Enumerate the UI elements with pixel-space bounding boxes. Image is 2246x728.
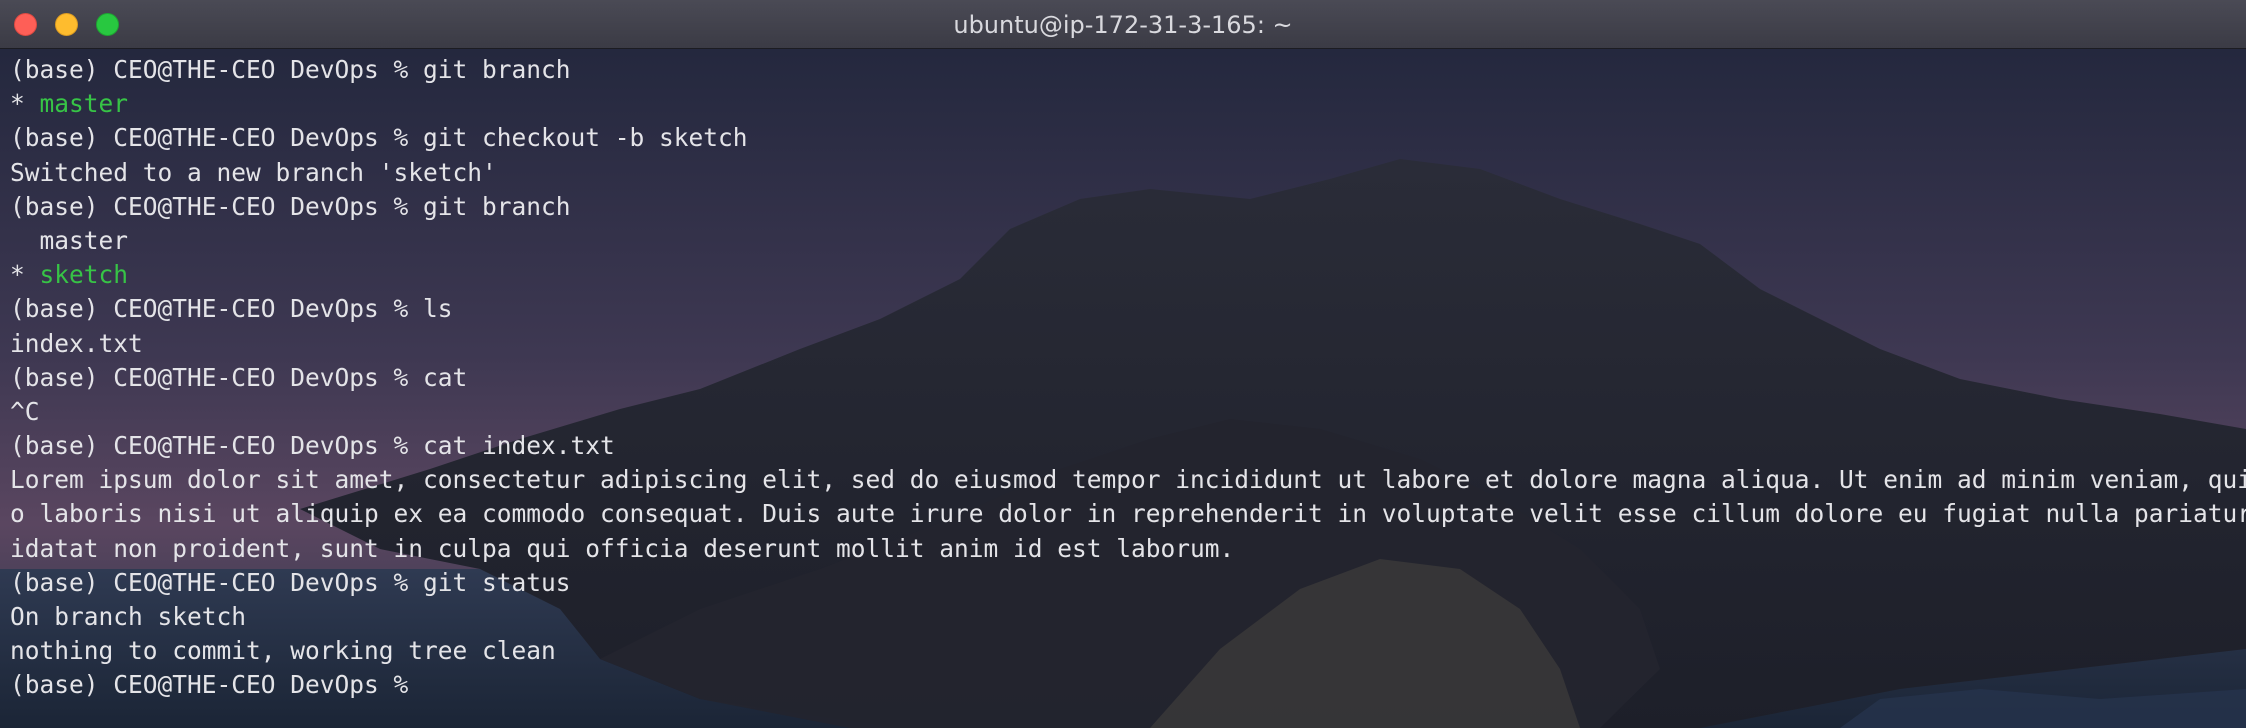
terminal-line-text: (base) CEO@THE-CEO DevOps % ls [10, 294, 453, 324]
terminal-line-text: idatat non proident, sunt in culpa qui o… [10, 533, 1235, 563]
terminal-line-text: nothing to commit, working tree clean [10, 636, 556, 666]
terminal-line: (base) CEO@THE-CEO DevOps % [10, 668, 2246, 702]
terminal-line: nothing to commit, working tree clean [10, 634, 2246, 668]
current-branch-name: sketch [39, 260, 129, 290]
terminal-line: * sketch [10, 258, 2246, 292]
terminal-line-text: (base) CEO@THE-CEO DevOps % git status [10, 567, 571, 597]
terminal-line-text: * [10, 260, 40, 290]
terminal-line: * master [10, 87, 2246, 121]
terminal-line-text: ^C [10, 396, 40, 426]
terminal-line: (base) CEO@THE-CEO DevOps % cat index.tx… [10, 429, 2246, 463]
terminal-line: ^C [10, 395, 2246, 429]
terminal-line-text: index.txt [10, 328, 143, 358]
terminal-line-text: o laboris nisi ut aliquip ex ea commodo … [10, 499, 2246, 529]
window-title: ubuntu@ip-172-31-3-165: ~ [953, 11, 1293, 39]
terminal-line: (base) CEO@THE-CEO DevOps % cat [10, 361, 2246, 395]
terminal-line: On branch sketch [10, 600, 2246, 634]
terminal-line: Switched to a new branch 'sketch' [10, 156, 2246, 190]
terminal-line-text: (base) CEO@THE-CEO DevOps % cat index.tx… [10, 431, 615, 461]
terminal-line-text: (base) CEO@THE-CEO DevOps % [10, 670, 424, 700]
terminal-line: (base) CEO@THE-CEO DevOps % git checkout… [10, 121, 2246, 155]
terminal-line: (base) CEO@THE-CEO DevOps % git branch [10, 53, 2246, 87]
terminal-line-text: (base) CEO@THE-CEO DevOps % git branch [10, 191, 571, 221]
terminal-line: (base) CEO@THE-CEO DevOps % git status [10, 566, 2246, 600]
terminal-line-text: Switched to a new branch 'sketch' [10, 157, 497, 187]
terminal-line-text: On branch sketch [10, 602, 247, 631]
terminal-line: index.txt [10, 327, 2246, 361]
terminal-output[interactable]: (base) CEO@THE-CEO DevOps % git branch * … [10, 53, 2246, 728]
terminal-line: Lorem ipsum dolor sit amet, consectetur … [10, 463, 2246, 497]
title-bar[interactable]: ubuntu@ip-172-31-3-165: ~ [0, 0, 2246, 49]
terminal-line: master [10, 224, 2246, 258]
terminal-line: (base) CEO@THE-CEO DevOps % ls [10, 292, 2246, 326]
terminal-line-text: Lorem ipsum dolor sit amet, consectetur … [10, 465, 2246, 495]
terminal-line: (base) CEO@THE-CEO DevOps % git branch [10, 190, 2246, 224]
terminal-line-text: master [10, 225, 129, 255]
terminal-window: ubuntu@ip-172-31-3-165: ~ (base) CEO@THE… [0, 0, 2246, 728]
terminal-line-text: (base) CEO@THE-CEO DevOps % cat [10, 362, 468, 392]
terminal-line-text: * [10, 89, 40, 119]
terminal-line-text: (base) CEO@THE-CEO DevOps % git checkout… [10, 123, 748, 153]
terminal-line: idatat non proident, sunt in culpa qui o… [10, 532, 2246, 566]
current-branch-name: master [39, 89, 129, 119]
terminal-line-text: (base) CEO@THE-CEO DevOps % git branch [10, 55, 571, 84]
terminal-line: o laboris nisi ut aliquip ex ea commodo … [10, 497, 2246, 531]
